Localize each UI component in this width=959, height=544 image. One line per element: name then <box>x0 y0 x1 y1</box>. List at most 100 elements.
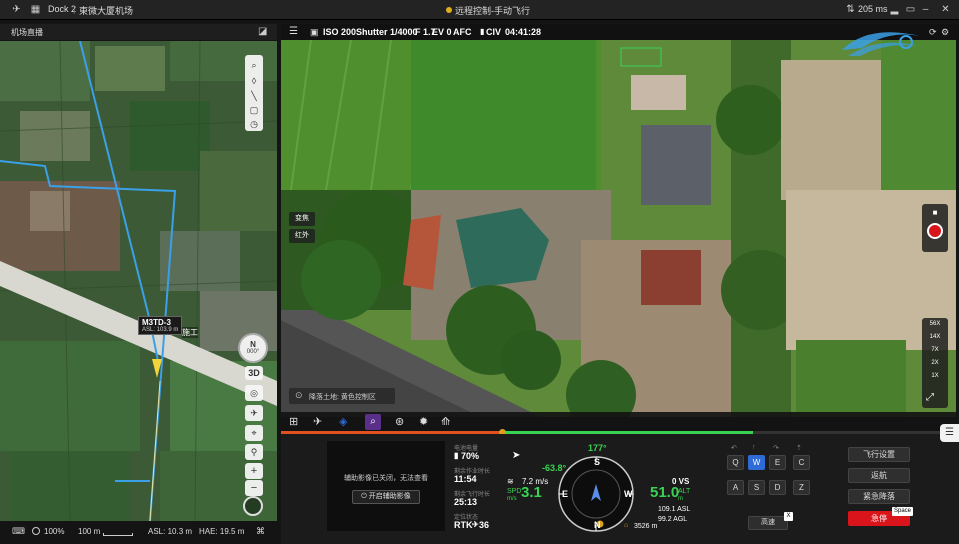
expand-icon[interactable]: ◪ <box>258 26 267 37</box>
map-footer: ⌨ 100% 100 m ASL: 10.3 m HAE: 19.5 m ⌘ <box>0 521 277 544</box>
spd-value: 3.1 <box>521 484 542 501</box>
pin-icon[interactable]: ◊ <box>247 74 261 88</box>
focus-mode[interactable]: AFC <box>453 27 472 37</box>
flight-time-value: 11:54 <box>454 474 477 484</box>
grid-icon[interactable]: ⊞ <box>289 415 298 428</box>
locate-icon[interactable]: ⌖ <box>245 425 263 441</box>
iso-value[interactable]: ISO 200 <box>323 27 356 37</box>
layout-icon[interactable]: ▦ <box>30 4 41 15</box>
scale-bar <box>103 533 133 536</box>
map-settings-icon[interactable]: ⌘ <box>256 526 265 537</box>
heading-value: 177° <box>588 443 607 453</box>
3d-toggle-button[interactable]: 3D <box>245 366 263 380</box>
map-panel-title: 机场直播 <box>11 28 43 37</box>
civ-label: CIV <box>486 27 502 37</box>
compass-deg: 000° <box>246 349 260 355</box>
status-dot <box>446 7 452 13</box>
rtk-value: RTK <box>454 520 473 530</box>
drone-icon[interactable]: ✈ <box>11 4 22 15</box>
light-icon[interactable]: ✹ <box>419 415 428 428</box>
key-c[interactable]: C <box>793 455 810 470</box>
circle-icon[interactable]: ◷ <box>247 117 261 131</box>
video-icon[interactable]: ■ <box>922 208 948 217</box>
map-compass[interactable]: N 000° <box>238 333 268 363</box>
speed-mode-button[interactable]: 高速 <box>748 516 788 530</box>
line-icon[interactable]: ╲ <box>247 89 261 103</box>
zoom-1x[interactable]: 1X <box>922 373 948 379</box>
lens-ir-button[interactable]: 红外 <box>289 229 315 243</box>
zoom-out-button[interactable]: − <box>245 480 263 496</box>
home-distance: 3526 m <box>634 523 658 530</box>
key-w[interactable]: W <box>748 455 765 470</box>
aux-video-button[interactable]: ⏻ 开启辅助影像 <box>352 490 420 504</box>
layers-icon[interactable]: ◎ <box>245 385 263 401</box>
zoom-14x[interactable]: 14X <box>922 334 948 340</box>
chat-icon[interactable]: ☰ <box>940 424 959 442</box>
building-label: 施工 <box>182 327 198 338</box>
zoom-in-button[interactable]: + <box>245 463 263 479</box>
zoom-2x[interactable]: 2X <box>922 360 948 366</box>
up-icon: ⇡ <box>796 445 802 452</box>
fullscreen-icon[interactable]: ⤢ <box>926 392 934 403</box>
flight-settings-button[interactable]: 飞行设置 <box>848 447 910 462</box>
close-icon[interactable]: ✕ <box>940 4 951 15</box>
compass-s: S <box>594 457 601 467</box>
info-icon: ⊙ <box>295 390 303 400</box>
agl-value: 99.2 AGL <box>658 516 688 523</box>
record-panel: ■ <box>922 204 948 252</box>
aircraft-icon[interactable]: ✈ <box>313 415 322 428</box>
title-bar: ✈ ▦ Dock 2 | 東微大厦机场 远程控制-手动飞行 ⇅ 205 ms ▂… <box>0 0 959 20</box>
alt-value: 51.0 <box>650 484 680 501</box>
power-icon: ⏻ <box>361 493 369 500</box>
camera-feed[interactable]: 变焦 红外 ■ 56X 14X 7X 2X 1X ⤢ ⊙ 降落土地: 黄色控制区 <box>281 40 956 417</box>
search-icon[interactable]: ⌕ <box>365 414 381 430</box>
rotate-left-icon: ↶ <box>731 445 737 452</box>
battery-icon: ▮ <box>454 451 459 460</box>
lens-zoom-button[interactable]: 变焦 <box>289 212 315 226</box>
compass-dir: N <box>250 340 256 349</box>
shutter-value[interactable]: Shutter 1/4000 <box>356 27 418 37</box>
key-d[interactable]: D <box>769 480 786 495</box>
target-icon[interactable]: ◈ <box>339 415 347 428</box>
search-icon[interactable]: ⌕ <box>247 58 261 72</box>
satellite-map[interactable]: M3TD-3 ASL: 103.9 m 施工 ⌕ ◊ ╲ ▢ ◷ N 000° … <box>0 41 277 521</box>
record-button[interactable] <box>927 223 943 239</box>
route-icon[interactable]: ⚲ <box>245 444 263 460</box>
key-z[interactable]: Z <box>793 480 810 495</box>
map-scale: 100 m <box>78 527 101 536</box>
camera-settings-icon[interactable]: ⟳ <box>929 27 937 38</box>
emergency-land-button[interactable]: 紧急降落 <box>848 489 910 504</box>
minimize-icon[interactable]: – <box>920 4 931 15</box>
gear-icon[interactable]: ⚙ <box>941 27 949 38</box>
wind-icon: ≋ <box>507 477 514 486</box>
spd-label: SPD <box>507 488 522 495</box>
drone-label: M3TD-3 <box>142 318 171 327</box>
key-a[interactable]: A <box>727 480 744 495</box>
ar-icon[interactable]: ⊛ <box>395 415 404 428</box>
key-q[interactable]: Q <box>727 455 744 470</box>
ev-value[interactable]: EV 0 <box>432 27 452 37</box>
signal-icon: ⇅ <box>846 4 855 15</box>
zoom-56x[interactable]: 56X <box>922 321 948 327</box>
alt-unit: m <box>678 496 683 502</box>
dock-icon[interactable] <box>243 496 263 516</box>
aux-video-message: 辅助影像已关闭，无法查看 <box>344 475 428 482</box>
remaining-value: 25:13 <box>454 497 478 507</box>
spd-unit: m/s <box>507 496 517 502</box>
measure-icon[interactable]: ⟰ <box>441 415 450 428</box>
zoom-7x[interactable]: 7X <box>922 347 948 353</box>
menu-icon[interactable]: ☰ <box>289 26 298 37</box>
return-home-button[interactable]: 返航 <box>848 468 910 483</box>
map-panel-header: 机场直播 ◪ <box>0 24 277 40</box>
network-icon: ▂ <box>890 4 899 15</box>
screen-icon[interactable]: ▭ <box>905 4 916 15</box>
speed-key-badge: X <box>784 512 793 521</box>
aircraft-locate-icon[interactable]: ✈ <box>245 405 263 421</box>
key-e[interactable]: E <box>769 455 786 470</box>
aux-video-button-label: 开启辅助影像 <box>368 493 411 500</box>
key-s[interactable]: S <box>748 480 765 495</box>
home-icon: ⌂ <box>624 522 629 529</box>
area-icon[interactable]: ▢ <box>247 103 261 117</box>
satellite-icon: ✈ <box>472 520 479 529</box>
keyboard-icon[interactable]: ⌨ <box>12 526 25 537</box>
